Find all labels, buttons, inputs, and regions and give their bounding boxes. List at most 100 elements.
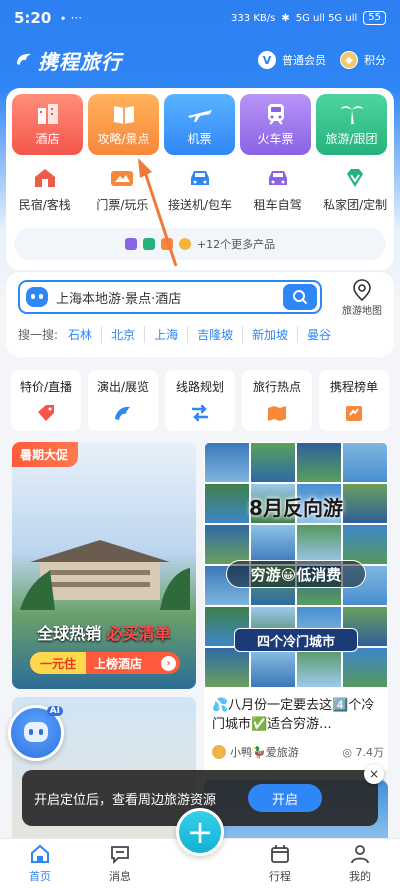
palm-tree-icon bbox=[340, 106, 363, 124]
quick-sale-live[interactable]: 特价/直播 bbox=[11, 370, 81, 431]
robot-face-icon bbox=[24, 722, 48, 742]
sub-label: 接送机/包车 bbox=[167, 198, 232, 212]
tile-label: 火车票 bbox=[257, 132, 294, 146]
tile-flight[interactable]: 机票 bbox=[164, 94, 235, 155]
tab-home[interactable]: 首页 bbox=[0, 839, 80, 889]
quick-label: 携程榜单 bbox=[329, 380, 378, 394]
sub-car-rental[interactable]: 租车自驾 bbox=[239, 166, 317, 213]
bag-icon bbox=[160, 238, 173, 250]
quick-label: 旅行热点 bbox=[252, 380, 301, 394]
promo-headline: 全球热销 必买清单 bbox=[12, 620, 196, 644]
sub-homestay[interactable]: 民宿/客栈 bbox=[6, 166, 84, 213]
points-button[interactable]: ◆ 积分 bbox=[340, 51, 386, 69]
sub-label: 门票/玩乐 bbox=[96, 198, 149, 212]
quick-label: 演出/展览 bbox=[96, 380, 150, 394]
promo-cta[interactable]: 一元住 上榜酒店 › bbox=[30, 652, 180, 674]
article-big-title: 8月反向游 bbox=[249, 496, 343, 520]
ctrip-logo: 携程旅行 bbox=[14, 46, 122, 75]
guide-book-icon bbox=[113, 106, 134, 124]
hotel-icon bbox=[37, 104, 58, 124]
toast-text: 开启定位后，查看周边旅游资源 bbox=[34, 792, 217, 808]
quick-travel-hotspot[interactable]: 旅行热点 bbox=[242, 370, 312, 431]
quick-shows[interactable]: 演出/展览 bbox=[88, 370, 158, 431]
hot-word[interactable]: 上海 bbox=[144, 326, 187, 343]
author-name: 小鸭🦆爱旅游 bbox=[230, 746, 299, 759]
dolphin-logo-icon bbox=[17, 53, 31, 65]
ai-assistant-button[interactable]: AI bbox=[8, 705, 64, 761]
hot-word[interactable]: 新加坡 bbox=[242, 326, 297, 343]
dolphin-icon bbox=[115, 406, 130, 420]
tile-tour[interactable]: 旅游/跟团 bbox=[316, 94, 387, 155]
more-products-button[interactable]: +12个更多产品 bbox=[14, 228, 386, 260]
ship-icon bbox=[142, 238, 155, 250]
home-icon bbox=[31, 844, 49, 863]
tab-profile[interactable]: 我的 bbox=[320, 839, 400, 889]
quick-ranking[interactable]: 携程榜单 bbox=[319, 370, 389, 431]
article-mid-title: 穷游😀低消费 bbox=[226, 560, 366, 588]
tile-hotel[interactable]: 酒店 bbox=[12, 94, 83, 155]
hot-word[interactable]: 曼谷 bbox=[297, 326, 340, 343]
tile-guide-attractions[interactable]: 攻略/景点 bbox=[88, 94, 159, 155]
travel-map-button[interactable]: 旅游地图 bbox=[334, 278, 390, 317]
promo-cta-yellow: 一元住 bbox=[30, 652, 87, 674]
quick-route-plan[interactable]: 线路规划 bbox=[165, 370, 235, 431]
article-card[interactable]: 8月反向游 穷游😀低消费 四个冷门城市 💦八月份一定要去这4️⃣个冷门城市✅适合… bbox=[204, 442, 388, 772]
car-icon bbox=[190, 171, 209, 185]
scenery-thumbnail bbox=[296, 442, 342, 483]
search-input[interactable]: 上海本地游·景点·酒店 bbox=[18, 280, 322, 314]
chevron-right-icon: › bbox=[161, 655, 176, 671]
hot-search-row: 搜一搜: 石林 北京 上海 吉隆坡 新加坡 曼谷 bbox=[18, 326, 340, 343]
airplane-icon bbox=[187, 110, 212, 122]
plus-button[interactable]: + bbox=[176, 808, 224, 856]
member-level-button[interactable]: V 普通会员 bbox=[258, 51, 326, 69]
author-avatar bbox=[212, 745, 226, 759]
search-section: 上海本地游·景点·酒店 旅游地图 搜一搜: 石林 北京 上海 吉隆坡 新加坡 曼… bbox=[6, 272, 394, 357]
diamond-icon bbox=[347, 169, 364, 187]
scenery-thumbnail bbox=[250, 647, 296, 688]
promo-card[interactable]: 暑期大促 全球热销 必买清单 一元住 上榜酒店 › bbox=[12, 442, 196, 689]
hot-word[interactable]: 北京 bbox=[101, 326, 144, 343]
tile-label: 酒店 bbox=[35, 132, 60, 146]
search-button[interactable] bbox=[283, 284, 317, 310]
enable-location-button[interactable]: 开启 bbox=[248, 784, 322, 812]
route-icon bbox=[191, 404, 209, 422]
hot-word[interactable]: 石林 bbox=[68, 326, 101, 343]
train-icon bbox=[267, 104, 284, 125]
bluetooth-icon: ✱ bbox=[281, 12, 290, 24]
hot-word[interactable]: 吉隆坡 bbox=[187, 326, 242, 343]
signal-indicator: 5G ull 5G ull bbox=[295, 12, 358, 24]
status-notification-dots: ∙ ··· bbox=[59, 11, 83, 25]
quick-entries: 特价/直播 演出/展览 线路规划 旅行热点 携程榜单 bbox=[11, 370, 389, 431]
rental-car-icon bbox=[268, 171, 287, 185]
points-coin-icon: ◆ bbox=[340, 51, 358, 69]
house-icon bbox=[34, 169, 55, 187]
sub-label: 民宿/客栈 bbox=[18, 198, 71, 212]
scenery-thumbnail bbox=[342, 524, 388, 565]
search-icon bbox=[293, 290, 308, 305]
logo-text: 携程旅行 bbox=[38, 49, 122, 74]
sub-transfer[interactable]: 接送机/包车 bbox=[161, 166, 239, 213]
view-count-value: 7.4万 bbox=[355, 746, 385, 759]
points-label: 积分 bbox=[364, 54, 386, 67]
tile-train[interactable]: 火车票 bbox=[240, 94, 311, 155]
tab-messages[interactable]: 消息 bbox=[80, 839, 160, 889]
sale-tag-icon bbox=[38, 405, 54, 421]
map-pin-icon bbox=[353, 279, 371, 302]
tab-label: 首页 bbox=[29, 870, 51, 883]
tab-trips[interactable]: 行程 bbox=[240, 839, 320, 889]
scenery-thumbnail bbox=[204, 647, 250, 688]
quick-label: 线路规划 bbox=[175, 380, 224, 394]
promo-cta-white: 上榜酒店 bbox=[94, 656, 143, 671]
plus-icon: + bbox=[186, 813, 214, 851]
tab-label: 行程 bbox=[269, 870, 291, 883]
search-placeholder: 上海本地游·景点·酒店 bbox=[56, 291, 182, 307]
scenery-thumbnail bbox=[204, 442, 250, 483]
scenery-thumbnail bbox=[296, 524, 342, 565]
flame-map-icon bbox=[268, 406, 286, 421]
tab-label: 消息 bbox=[109, 870, 131, 883]
status-time: 5:20 bbox=[14, 9, 52, 27]
close-icon[interactable]: × bbox=[364, 764, 384, 784]
money-icon bbox=[178, 238, 191, 250]
sub-private-tour[interactable]: 私家团/定制 bbox=[316, 166, 394, 213]
sub-tickets[interactable]: 门票/玩乐 bbox=[84, 166, 162, 213]
